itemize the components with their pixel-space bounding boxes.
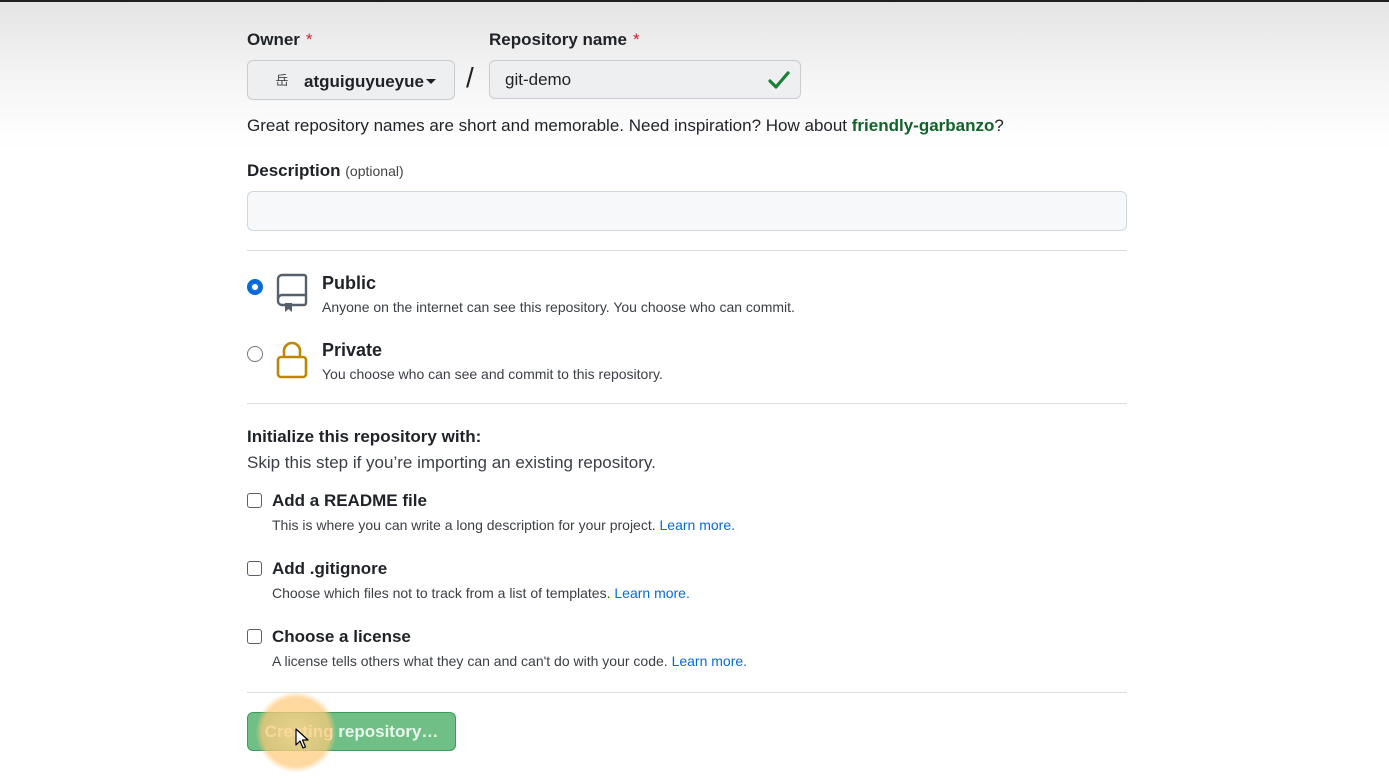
gitignore-desc-text: Choose which files not to track from a l… xyxy=(272,585,615,601)
description-label: Description (optional) xyxy=(247,161,404,181)
divider xyxy=(247,250,1127,251)
license-desc-text: A license tells others what they can and… xyxy=(272,653,672,669)
repo-name-label: Repository name * xyxy=(489,30,640,50)
window-top-border xyxy=(0,0,1389,2)
required-asterisk: * xyxy=(632,30,640,49)
gitignore-title: Add .gitignore xyxy=(272,559,388,578)
check-icon xyxy=(768,71,790,89)
optional-tag: (optional) xyxy=(345,163,404,179)
readme-learn-more-link[interactable]: Learn more. xyxy=(660,517,735,533)
repo-name-label-text: Repository name xyxy=(489,30,627,49)
license-title: Choose a license xyxy=(272,627,411,646)
public-radio[interactable] xyxy=(247,279,263,295)
gitignore-description: Choose which files not to track from a l… xyxy=(272,585,690,601)
readme-checkbox[interactable] xyxy=(247,493,262,508)
suggested-name-link[interactable]: friendly-garbanzo xyxy=(852,116,995,135)
repo-icon xyxy=(276,273,308,312)
owner-avatar: 岳 xyxy=(275,73,289,88)
init-section-subtitle: Skip this step if you’re importing an ex… xyxy=(247,453,656,472)
license-learn-more-link[interactable]: Learn more. xyxy=(672,653,747,669)
readme-title: Add a README file xyxy=(272,491,427,510)
hint-text: Great repository names are short and mem… xyxy=(247,116,852,135)
private-description: You choose who can see and commit to thi… xyxy=(322,366,663,382)
description-input[interactable] xyxy=(247,191,1127,231)
lock-icon xyxy=(276,341,308,379)
gitignore-learn-more-link[interactable]: Learn more. xyxy=(614,585,689,601)
required-asterisk: * xyxy=(305,30,313,49)
owner-name: atguiguyueyue xyxy=(304,72,424,91)
gitignore-checkbox[interactable] xyxy=(247,561,262,576)
owner-repo-separator: / xyxy=(466,62,474,93)
divider xyxy=(247,692,1127,693)
license-description: A license tells others what they can and… xyxy=(272,653,747,669)
caret-down-icon xyxy=(426,79,436,84)
private-title: Private xyxy=(322,340,383,360)
owner-label-text: Owner xyxy=(247,30,300,49)
private-radio[interactable] xyxy=(247,346,263,362)
description-label-text: Description xyxy=(247,161,341,180)
public-title: Public xyxy=(322,273,377,293)
divider xyxy=(247,403,1127,404)
repo-name-input[interactable] xyxy=(489,60,801,99)
owner-label: Owner * xyxy=(247,30,313,50)
owner-select-button[interactable]: 岳 atguiguyueyue xyxy=(247,60,455,100)
readme-description: This is where you can write a long descr… xyxy=(272,517,735,533)
create-repository-button[interactable]: Creating repository… xyxy=(247,712,456,751)
readme-desc-text: This is where you can write a long descr… xyxy=(272,517,660,533)
license-checkbox[interactable] xyxy=(247,629,262,644)
public-description: Anyone on the internet can see this repo… xyxy=(322,299,795,315)
init-section-title: Initialize this repository with: xyxy=(247,427,482,446)
repo-name-hint: Great repository names are short and mem… xyxy=(247,116,1004,136)
hint-suffix: ? xyxy=(994,116,1004,135)
